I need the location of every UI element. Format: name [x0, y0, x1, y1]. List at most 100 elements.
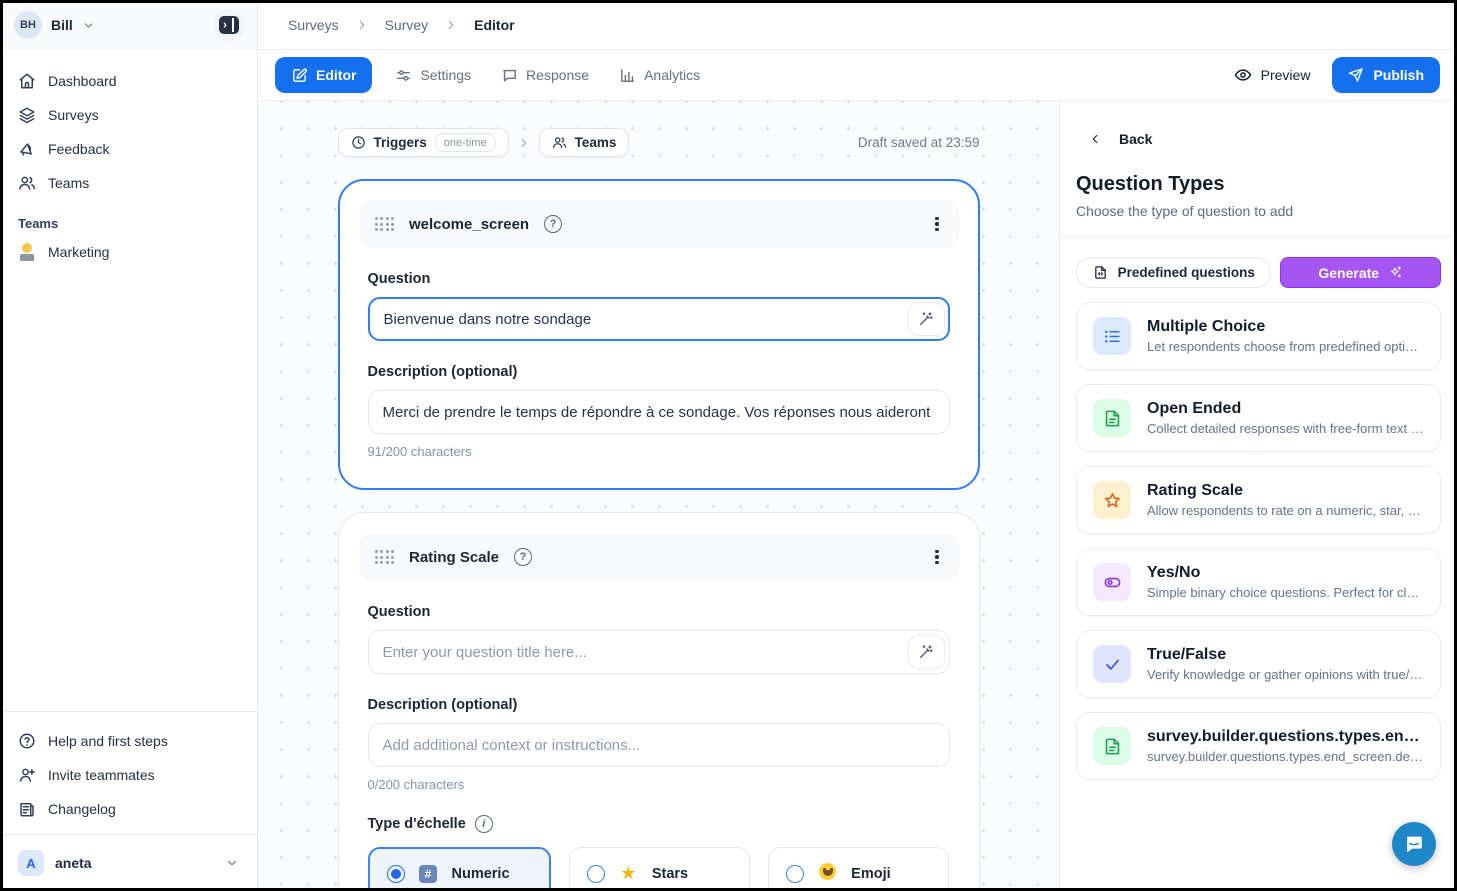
kebab-menu-icon[interactable] [931, 213, 942, 236]
scale-option-numeric[interactable]: # Numeric [368, 847, 551, 891]
users-icon [552, 135, 567, 150]
generate-label: Generate [1318, 265, 1379, 281]
scale-type-label-text: Type d'échelle [368, 816, 466, 832]
question-type-name: Multiple Choice [1147, 318, 1424, 336]
tab-analytics[interactable]: Analytics [606, 57, 713, 93]
newspaper-icon [18, 800, 36, 818]
back-button[interactable]: Back [1076, 131, 1152, 147]
sidebar-item-team-marketing[interactable]: Marketing [10, 235, 247, 269]
chat-square-icon [501, 67, 518, 84]
scale-option-emoji[interactable]: Emoji [768, 847, 949, 891]
breadcrumb: Surveys Survey Editor [258, 0, 1457, 50]
main-area: Surveys Survey Editor Editor Settings Re… [258, 0, 1457, 891]
app-root: BH Bill Dashboard Surveys Feedback T [0, 0, 1457, 891]
question-type-end-screen[interactable]: survey.builder.questions.types.end_scr..… [1076, 712, 1441, 780]
question-type-description: Collect detailed responses with free-for… [1147, 421, 1424, 436]
magic-wand-button[interactable] [908, 635, 945, 669]
description-label: Description (optional) [368, 364, 950, 380]
file-code-icon [1093, 265, 1108, 280]
generate-button[interactable]: Generate [1280, 257, 1441, 288]
question-type-rating-scale[interactable]: Rating Scale Allow respondents to rate o… [1076, 466, 1441, 534]
question-title-input[interactable] [368, 297, 950, 341]
sliders-icon [395, 67, 412, 84]
publish-button[interactable]: Publish [1332, 57, 1440, 93]
scale-option-stars[interactable]: ★ Stars [569, 847, 750, 891]
preview-button[interactable]: Preview [1234, 66, 1311, 84]
scale-option-label: Emoji [851, 866, 890, 882]
triggers-chip[interactable]: Triggers one-time [338, 128, 509, 157]
sidebar-nav: Dashboard Surveys Feedback Teams Teams M… [0, 50, 257, 269]
breadcrumb-survey[interactable]: Survey [385, 17, 429, 33]
sidebar-collapse-button[interactable] [213, 9, 245, 41]
drag-handle-icon[interactable] [375, 217, 395, 231]
tab-label: Editor [316, 67, 356, 83]
technologist-emoji [18, 243, 36, 261]
sidebar-item-feedback[interactable]: Feedback [10, 132, 247, 166]
sidebar-item-dashboard[interactable]: Dashboard [10, 64, 247, 98]
help-icon[interactable]: ? [514, 548, 532, 566]
scale-type-label: Type d'échelle i [368, 815, 950, 833]
question-type-description: Allow respondents to rate on a numeric, … [1147, 503, 1424, 518]
tab-settings[interactable]: Settings [382, 57, 484, 93]
help-circle-icon [18, 732, 36, 750]
kebab-menu-icon[interactable] [931, 546, 942, 569]
scale-type-options: # Numeric ★ Stars [368, 847, 950, 891]
question-type-description: Simple binary choice questions. Perfect … [1147, 585, 1424, 600]
sidebar-item-label: Invite teammates [48, 767, 155, 783]
question-type-description: Let respondents choose from predefined o… [1147, 339, 1424, 354]
question-description-input[interactable] [368, 723, 950, 767]
info-icon[interactable]: i [475, 815, 493, 833]
sidebar-item-surveys[interactable]: Surveys [10, 98, 247, 132]
account-menu[interactable]: A aneta [10, 843, 247, 883]
tab-label: Analytics [644, 67, 700, 83]
tab-editor[interactable]: Editor [275, 57, 372, 93]
help-icon[interactable]: ? [544, 215, 562, 233]
back-label: Back [1119, 131, 1152, 147]
question-type-multiple-choice[interactable]: Multiple Choice Let respondents choose f… [1076, 302, 1441, 370]
eye-icon [1234, 66, 1252, 84]
sidebar-item-changelog[interactable]: Changelog [10, 792, 247, 826]
sidebar-item-teams[interactable]: Teams [10, 166, 247, 200]
question-card-rating-scale[interactable]: Rating Scale ? Question [338, 512, 980, 891]
trigger-type-badge: one-time [435, 133, 496, 152]
panel-toggle-icon [219, 16, 239, 34]
question-type-yes-no[interactable]: Yes/No Simple binary choice questions. P… [1076, 548, 1441, 616]
flow-header: Triggers one-time Teams Draft saved at 2… [338, 128, 980, 157]
question-type-name: Open Ended [1147, 400, 1424, 418]
sidebar-item-invite[interactable]: Invite teammates [10, 758, 247, 792]
sidebar-item-label: Dashboard [48, 73, 117, 89]
predefined-label: Predefined questions [1118, 265, 1255, 280]
char-counter: 0/200 characters [368, 777, 950, 792]
teams-section-label: Teams [10, 216, 247, 231]
question-card-header: Rating Scale ? [359, 533, 959, 581]
divider [1060, 236, 1457, 237]
question-description-input[interactable] [368, 390, 950, 434]
predefined-questions-button[interactable]: Predefined questions [1076, 257, 1271, 288]
sidebar-item-help[interactable]: Help and first steps [10, 724, 247, 758]
tab-response[interactable]: Response [488, 57, 602, 93]
layers-icon [18, 106, 36, 124]
megaphone-icon [18, 140, 36, 158]
workspace-switcher[interactable]: BH Bill [0, 0, 257, 50]
question-types-panel: Back Question Types Choose the type of q… [1059, 101, 1457, 891]
sidebar-item-label: Surveys [48, 107, 99, 123]
magic-wand-button[interactable] [908, 302, 945, 336]
question-type-name: Rating Scale [1147, 482, 1424, 500]
question-type-open-ended[interactable]: Open Ended Collect detailed responses wi… [1076, 384, 1441, 452]
drag-handle-icon[interactable] [375, 550, 395, 564]
tab-label: Response [526, 67, 589, 83]
breadcrumb-editor[interactable]: Editor [474, 17, 514, 33]
teams-chip[interactable]: Teams [539, 128, 630, 157]
question-title-input[interactable] [368, 630, 950, 674]
toggle-icon [1093, 563, 1131, 601]
question-type-true-false[interactable]: True/False Verify knowledge or gather op… [1076, 630, 1441, 698]
chat-launcher-button[interactable] [1392, 822, 1436, 866]
sparkles-icon [1388, 265, 1403, 280]
magic-wand-icon [918, 644, 934, 660]
question-card-welcome-screen[interactable]: welcome_screen ? Question [338, 179, 980, 490]
breadcrumb-surveys[interactable]: Surveys [288, 17, 339, 33]
home-icon [18, 72, 36, 90]
team-name: Marketing [48, 244, 109, 260]
editor-content: Triggers one-time Teams Draft saved at 2… [258, 101, 1457, 891]
question-card-title: Rating Scale [409, 549, 499, 566]
